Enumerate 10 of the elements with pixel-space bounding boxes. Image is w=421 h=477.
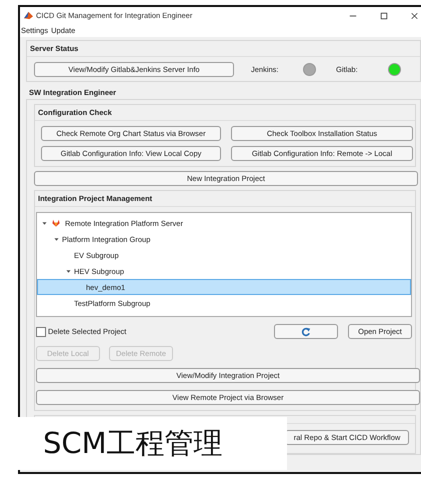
fox-icon <box>52 219 60 227</box>
expand-arrow-icon[interactable] <box>42 220 47 226</box>
caption: SCM工程管理 <box>43 424 223 462</box>
close-icon[interactable] <box>411 12 418 20</box>
refresh-icon <box>301 326 311 336</box>
expand-arrow-icon[interactable] <box>66 268 71 274</box>
refresh-button[interactable] <box>274 324 338 339</box>
maximize-icon[interactable] <box>380 12 388 20</box>
app-icon <box>24 11 33 20</box>
expand-arrow-icon[interactable] <box>54 236 59 242</box>
